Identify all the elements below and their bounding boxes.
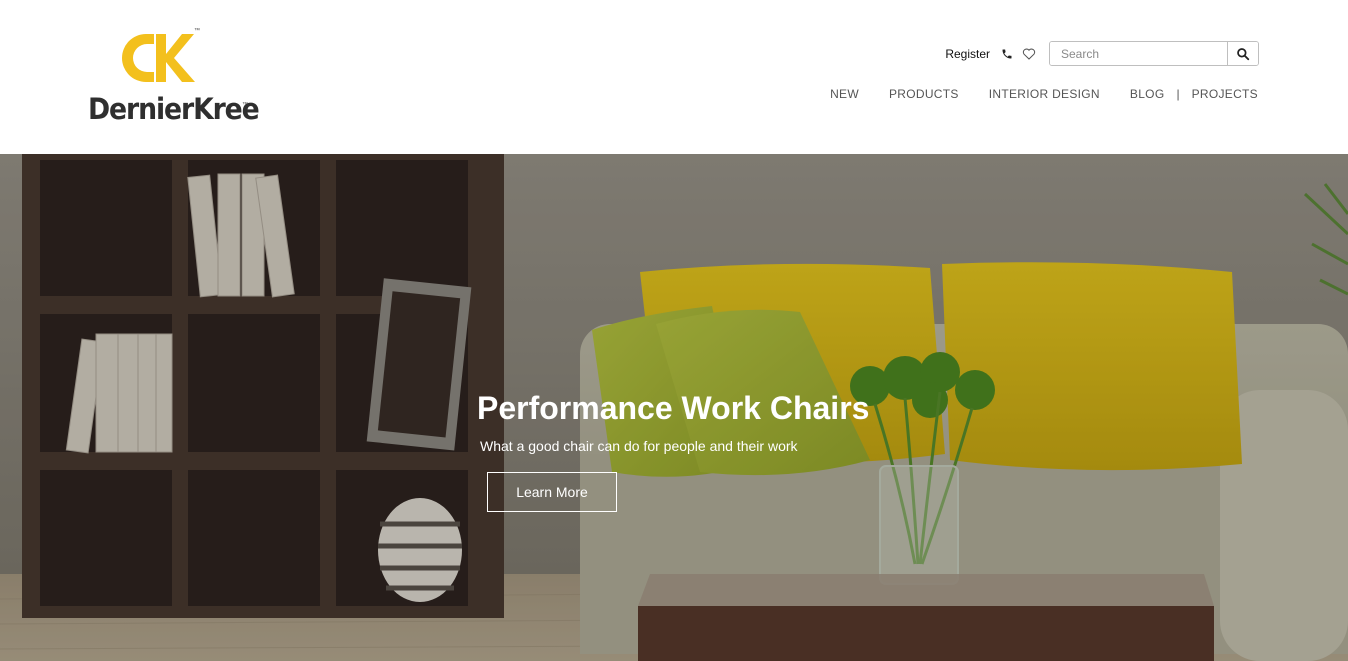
utility-bar: Register (945, 41, 1259, 66)
nav-item-new[interactable]: NEW (830, 87, 859, 101)
heart-icon[interactable] (1021, 46, 1037, 62)
hero-title: Performance Work Chairs (477, 390, 870, 426)
brand-name: DernierKree (88, 92, 260, 126)
hero-banner: Performance Work Chairs What a good chai… (0, 154, 1348, 661)
trademark-mark: ™ (242, 102, 248, 108)
search-icon (1237, 47, 1250, 60)
brand-logo[interactable]: ™ DernierKree ™ (88, 28, 260, 128)
hero-subtitle: What a good chair can do for people and … (480, 438, 798, 454)
nav-item-projects[interactable]: PROJECTS (1192, 87, 1258, 101)
site-header: ™ DernierKree ™ Register NEW PRODUCTS IN… (0, 0, 1348, 154)
nav-separator: | (1176, 87, 1180, 101)
main-nav: NEW PRODUCTS INTERIOR DESIGN BLOG | PROJ… (830, 87, 1258, 101)
dk-monogram-logo (122, 34, 195, 82)
trademark-mark: ™ (194, 28, 200, 34)
search-input[interactable] (1050, 42, 1227, 65)
nav-item-products[interactable]: PRODUCTS (889, 87, 959, 101)
register-link[interactable]: Register (945, 47, 990, 61)
nav-item-interior-design[interactable]: INTERIOR DESIGN (989, 87, 1100, 101)
search-button[interactable] (1227, 42, 1258, 65)
phone-icon[interactable] (999, 46, 1015, 62)
search-box (1049, 41, 1259, 66)
nav-item-blog[interactable]: BLOG (1130, 87, 1165, 101)
learn-more-button[interactable]: Learn More (487, 472, 617, 512)
